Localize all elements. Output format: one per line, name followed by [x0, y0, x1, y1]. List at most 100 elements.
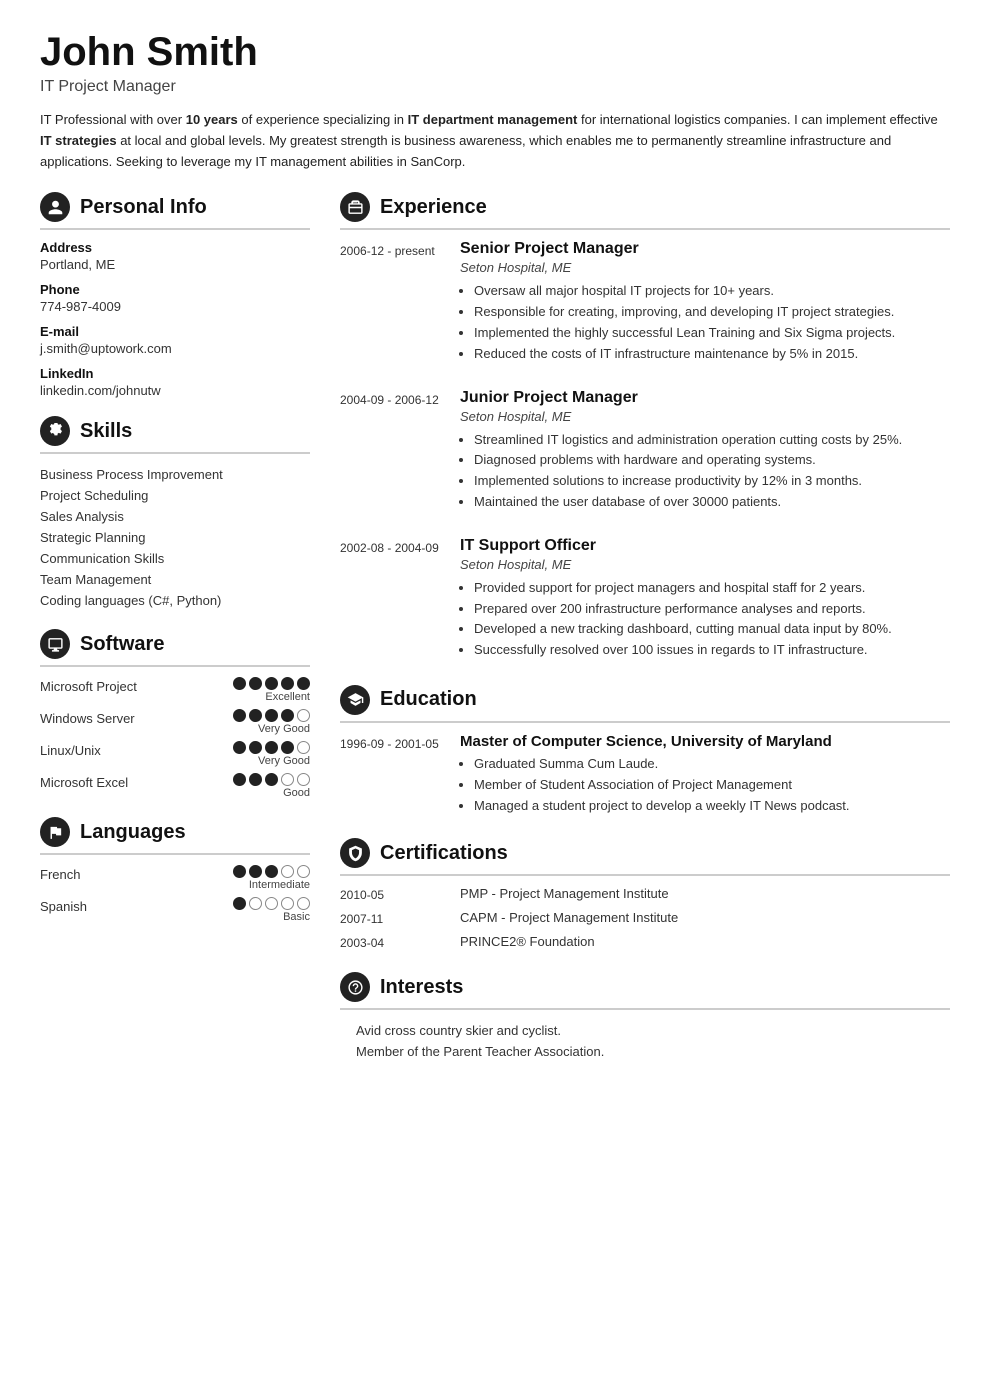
left-column: Personal Info Address Portland, ME Phone… [40, 192, 310, 1084]
education-icon [340, 685, 370, 715]
software-name: Microsoft Project [40, 677, 233, 694]
filled-dot [265, 865, 278, 878]
phone-label: Phone [40, 282, 310, 297]
skill-item: Team Management [40, 569, 310, 590]
filled-dot [297, 677, 310, 690]
filled-dot [249, 865, 262, 878]
software-name: Linux/Unix [40, 741, 233, 758]
experience-company: Seton Hospital, ME [460, 260, 950, 275]
certifications-entries: 2010-05PMP - Project Management Institut… [340, 886, 950, 950]
experience-job-title: IT Support Officer [460, 537, 950, 555]
rating-label: Excellent [265, 691, 310, 703]
personal-info-heading: Personal Info [40, 192, 310, 230]
linkedin-value: linkedin.com/johnutw [40, 383, 310, 398]
education-entry: 1996-09 - 2001-05 Master of Computer Scie… [340, 733, 950, 816]
empty-dot [297, 709, 310, 722]
empty-dot [297, 897, 310, 910]
skills-section: Skills Business Process ImprovementProje… [40, 416, 310, 611]
certification-entry: 2007-11CAPM - Project Management Institu… [340, 910, 950, 926]
empty-dot [281, 897, 294, 910]
experience-bullet: Reduced the costs of IT infrastructure m… [474, 344, 950, 365]
language-rating: Basic [233, 897, 310, 923]
software-list: Microsoft Project Excellent Windows Server… [40, 677, 310, 799]
software-rating: Very Good [233, 709, 310, 735]
experience-company: Seton Hospital, ME [460, 409, 950, 424]
email-value: j.smith@uptowork.com [40, 341, 310, 356]
empty-dot [265, 897, 278, 910]
experience-entry: 2002-08 - 2004-09 IT Support Officer Seton… [340, 537, 950, 661]
certification-text: PRINCE2® Foundation [460, 934, 595, 950]
language-item: SpanishBasic [40, 897, 310, 923]
education-bullet: Managed a student project to develop a w… [474, 796, 850, 817]
skills-list: Business Process ImprovementProject Sche… [40, 464, 310, 611]
filled-dot [249, 741, 262, 754]
experience-bullet: Implemented the highly successful Lean T… [474, 323, 950, 344]
personal-info-icon [40, 192, 70, 222]
address-value: Portland, ME [40, 257, 310, 272]
experience-bullet: Maintained the user database of over 300… [474, 492, 950, 513]
rating-label: Very Good [258, 723, 310, 735]
filled-dot [281, 709, 294, 722]
filled-dot [249, 773, 262, 786]
skills-svg-icon [47, 423, 64, 440]
experience-content: IT Support Officer Seton Hospital, ME Prov… [460, 537, 950, 661]
software-name: Windows Server [40, 709, 233, 726]
education-title: Education [380, 688, 477, 711]
certifications-title: Certifications [380, 842, 508, 865]
experience-section: Experience 2006-12 - present Senior Proje… [340, 192, 950, 661]
monitor-svg-icon [47, 636, 64, 653]
experience-bullet: Provided support for project managers an… [474, 578, 950, 599]
empty-dot [249, 897, 262, 910]
education-content: Master of Computer Science, University o… [460, 733, 850, 816]
candidate-name: John Smith [40, 30, 950, 74]
experience-date: 2002-08 - 2004-09 [340, 537, 440, 661]
experience-company: Seton Hospital, ME [460, 557, 950, 572]
experience-heading: Experience [340, 192, 950, 230]
personal-info-title: Personal Info [80, 196, 207, 219]
filled-dot [233, 865, 246, 878]
filled-dot [265, 677, 278, 690]
linkedin-label: LinkedIn [40, 366, 310, 381]
linkedin-block: LinkedIn linkedin.com/johnutw [40, 366, 310, 398]
certification-text: PMP - Project Management Institute [460, 886, 669, 902]
education-date: 1996-09 - 2001-05 [340, 733, 440, 816]
experience-bullet: Successfully resolved over 100 issues in… [474, 640, 950, 661]
languages-icon [40, 817, 70, 847]
filled-dot [233, 773, 246, 786]
summary-bold-1: 10 years [186, 112, 238, 127]
interests-list: Avid cross country skier and cyclist.Mem… [340, 1020, 950, 1062]
languages-heading: Languages [40, 817, 310, 855]
filled-dot [249, 677, 262, 690]
resume-header: John Smith IT Project Manager IT Profess… [40, 30, 950, 172]
right-column: Experience 2006-12 - present Senior Proje… [340, 192, 950, 1084]
filled-dot [233, 677, 246, 690]
software-item: Microsoft ExcelGood [40, 773, 310, 799]
software-item: Windows Server Very Good [40, 709, 310, 735]
education-degree: Master of Computer Science, University o… [460, 733, 850, 750]
phone-block: Phone 774-987-4009 [40, 282, 310, 314]
interests-svg-icon [347, 979, 364, 996]
empty-dot [281, 773, 294, 786]
software-section: Software Microsoft ProjectExcellentWindo… [40, 629, 310, 799]
experience-date: 2006-12 - present [340, 240, 440, 364]
skill-item: Business Process Improvement [40, 464, 310, 485]
software-icon [40, 629, 70, 659]
flag-svg-icon [47, 824, 64, 841]
language-name: French [40, 865, 233, 882]
person-svg-icon [47, 199, 64, 216]
interests-icon [340, 972, 370, 1002]
experience-bullet: Developed a new tracking dashboard, cutt… [474, 619, 950, 640]
email-block: E-mail j.smith@uptowork.com [40, 324, 310, 356]
experience-bullet: Oversaw all major hospital IT projects f… [474, 281, 950, 302]
education-entries: 1996-09 - 2001-05 Master of Computer Scie… [340, 733, 950, 816]
filled-dot [265, 709, 278, 722]
certification-entry: 2010-05PMP - Project Management Institut… [340, 886, 950, 902]
personal-info-section: Personal Info Address Portland, ME Phone… [40, 192, 310, 398]
experience-bullet: Prepared over 200 infrastructure perform… [474, 599, 950, 620]
filled-dot [233, 741, 246, 754]
email-label: E-mail [40, 324, 310, 339]
phone-value: 774-987-4009 [40, 299, 310, 314]
experience-job-title: Senior Project Manager [460, 240, 950, 258]
experience-bullets: Oversaw all major hospital IT projects f… [460, 281, 950, 364]
education-section: Education 1996-09 - 2001-05 Master of Com… [340, 685, 950, 816]
